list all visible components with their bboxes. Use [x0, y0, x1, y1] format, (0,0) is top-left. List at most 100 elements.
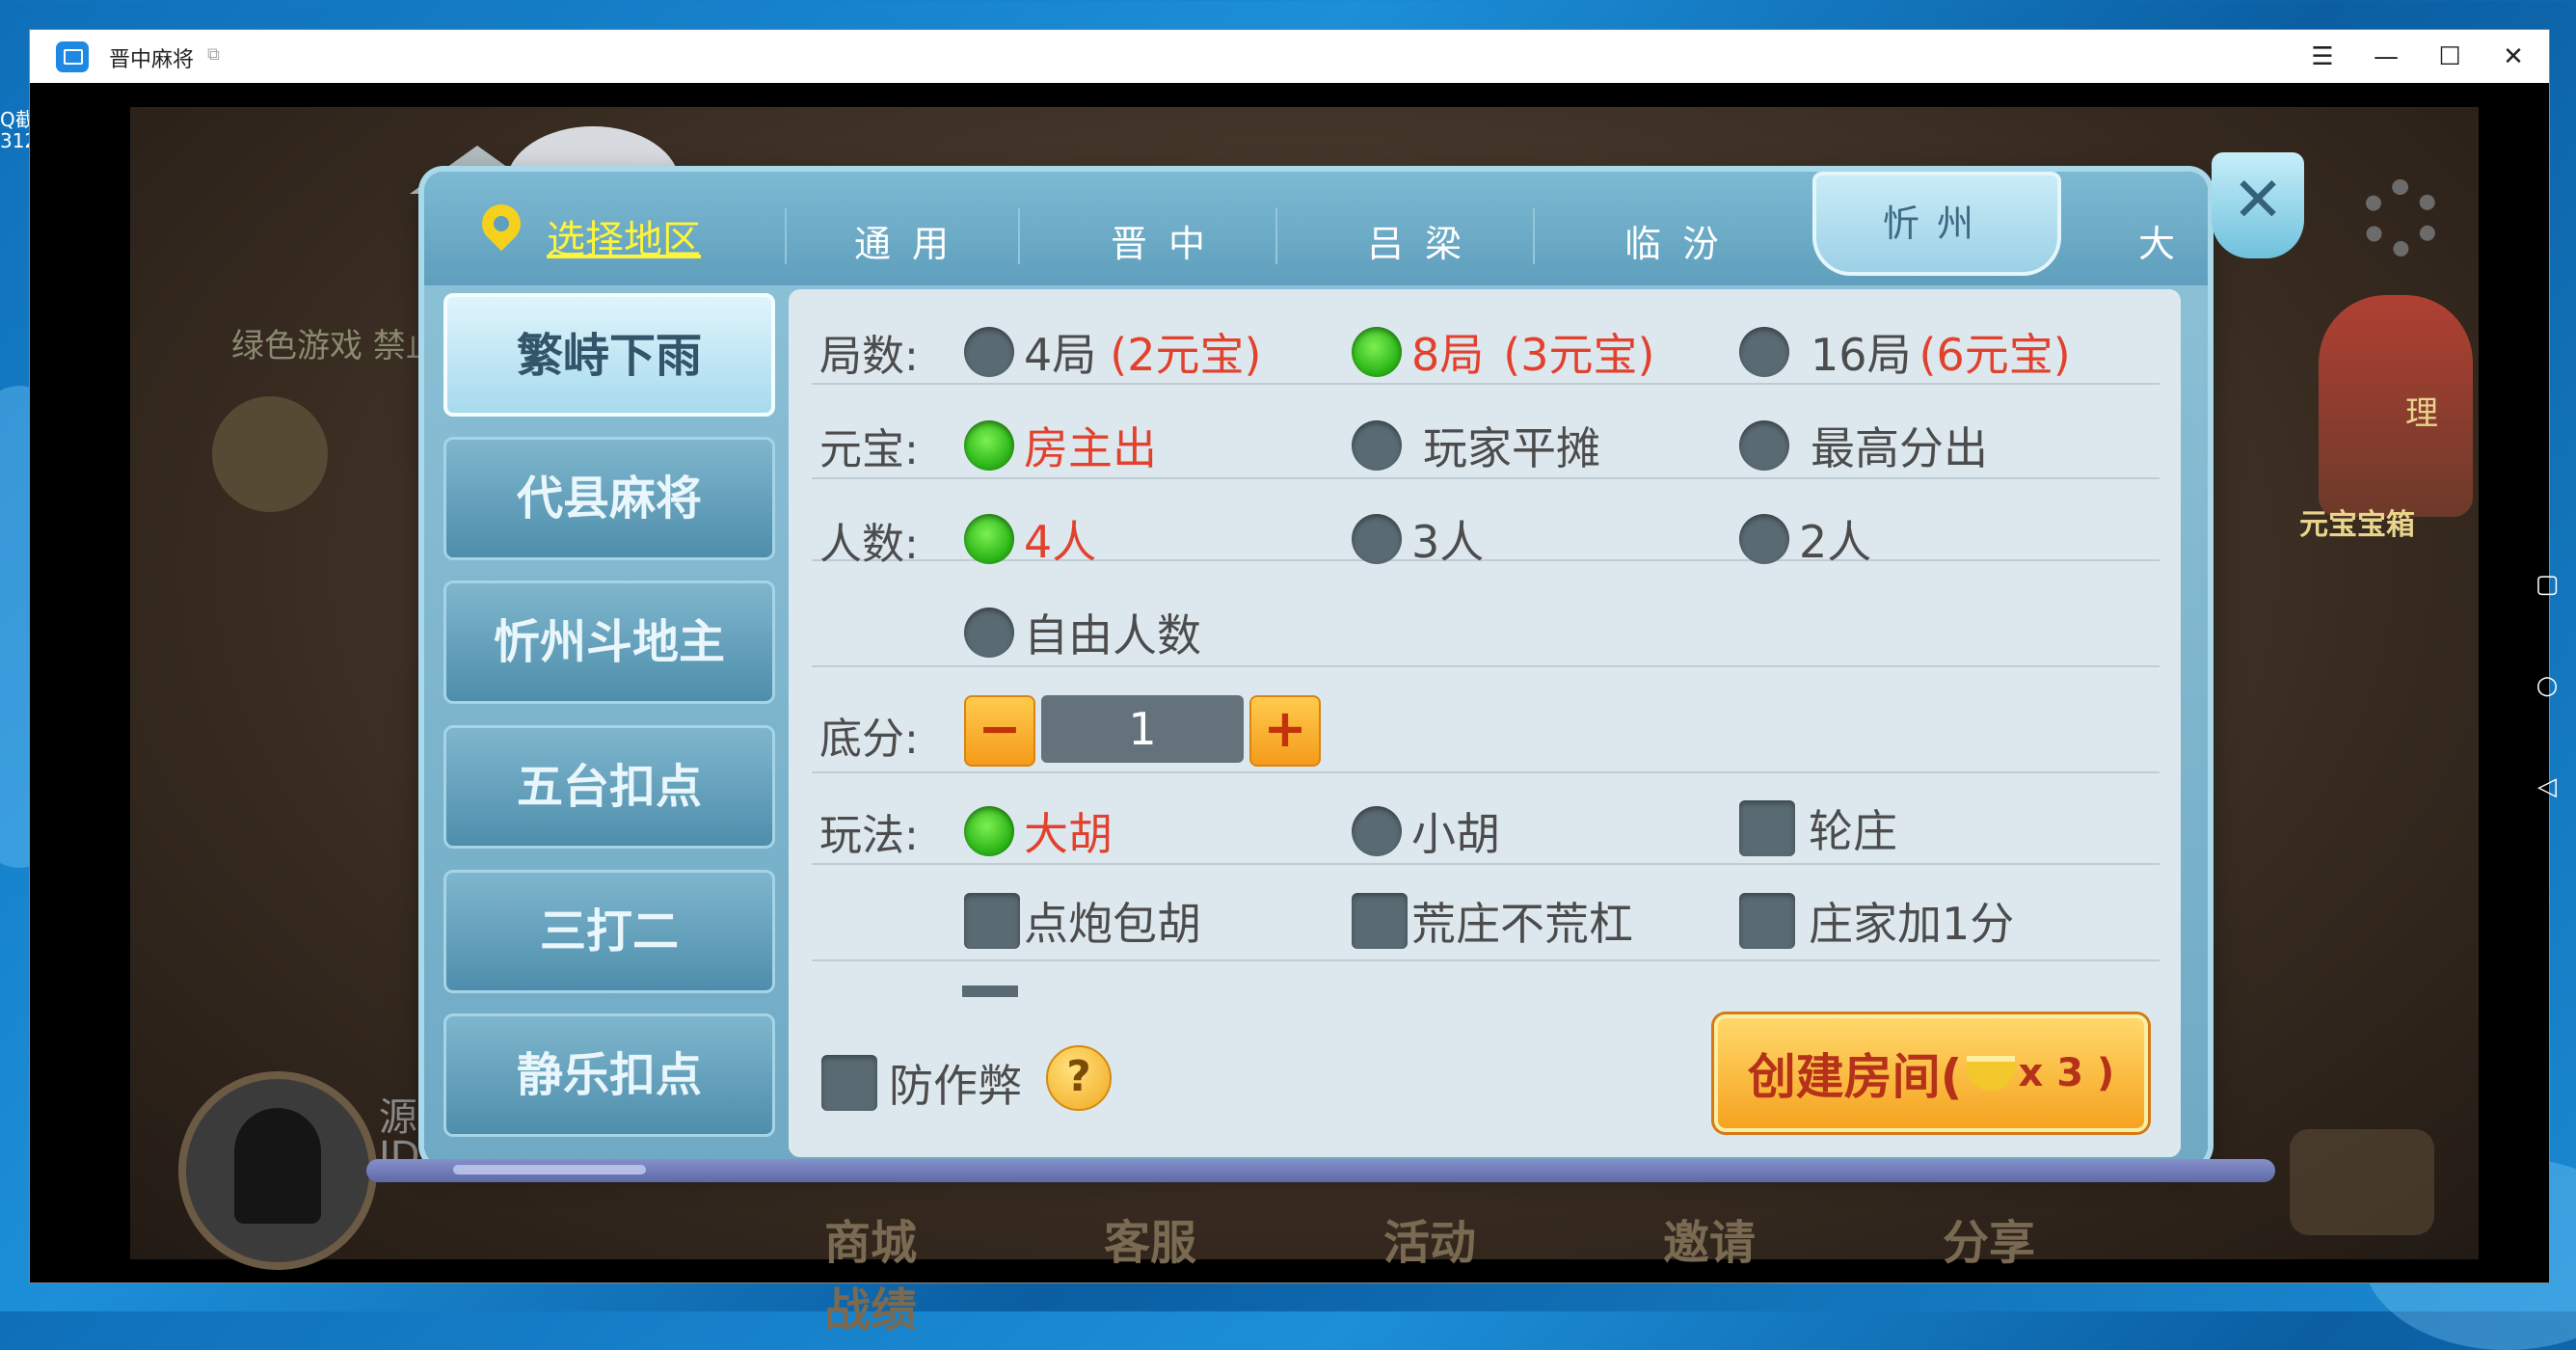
- tab-jinzhong[interactable]: 晋中: [1111, 214, 1226, 267]
- option-text: 小胡: [1411, 808, 1500, 860]
- nav-service[interactable]: 客服: [1104, 1204, 1383, 1272]
- rounds-option-16[interactable]: 16局 (6元宝): [1739, 320, 2071, 384]
- region-tab-bar: 选择地区 通用 晋中 吕梁 临汾 忻州 大: [424, 172, 2208, 285]
- tab-general[interactable]: 通用: [854, 214, 970, 267]
- background-notice: 绿色游戏 禁止: [231, 327, 439, 365]
- radio-icon: [1739, 420, 1789, 471]
- radio-selected-icon: [1352, 327, 1402, 377]
- popout-icon[interactable]: ⧉: [207, 44, 220, 65]
- avatar[interactable]: [178, 1071, 377, 1270]
- option-text: 3人: [1411, 516, 1485, 568]
- players-option-3[interactable]: 3人: [1352, 507, 1484, 571]
- option-text: 8局: [1411, 329, 1485, 381]
- nav-record[interactable]: 战绩: [824, 1272, 1104, 1339]
- menu-icon[interactable]: ☰: [2295, 38, 2349, 76]
- nav-activity[interactable]: 活动: [1383, 1204, 1663, 1272]
- option-text: 玩家平摊: [1423, 422, 1600, 474]
- players-option-2[interactable]: 2人: [1739, 507, 1871, 571]
- close-icon[interactable]: ✕: [2212, 152, 2304, 258]
- play-option-huangzhuang[interactable]: 荒庄不荒杠: [1352, 889, 1633, 953]
- home-icon[interactable]: ○: [2528, 671, 2566, 700]
- players-option-4[interactable]: 4人: [964, 507, 1096, 571]
- tab-da[interactable]: 大: [2138, 214, 2175, 267]
- sidebar-item-daixian[interactable]: 代县麻将: [443, 437, 775, 560]
- radio-icon: [1352, 514, 1402, 564]
- fortune-god-char: 理: [2405, 394, 2438, 433]
- checkbox-icon: [962, 986, 1018, 997]
- sidebar-item-fanshi[interactable]: 繁峙下雨: [443, 293, 775, 417]
- option-text: 4局: [1024, 329, 1097, 381]
- tab-linfen[interactable]: 临汾: [1624, 214, 1740, 267]
- treasure-box-label: 元宝宝箱: [2299, 508, 2415, 542]
- play-option-dahu[interactable]: 大胡: [964, 799, 1113, 863]
- nav-shop[interactable]: 商城: [824, 1204, 1104, 1272]
- checkbox-icon: [821, 1055, 877, 1111]
- scroll-thumb[interactable]: [453, 1165, 646, 1174]
- option-cost: (3元宝): [1503, 329, 1655, 381]
- back-icon[interactable]: ◁: [2528, 772, 2566, 801]
- bottom-nav: 商城 客服 活动 邀请 分享战绩: [824, 1204, 2479, 1339]
- divider: [812, 959, 2160, 961]
- play-option-lunzhuang[interactable]: 轮庄: [1739, 796, 1897, 860]
- option-text: 自由人数: [1024, 609, 1201, 662]
- play-option-dianpao[interactable]: 点炮包胡: [964, 889, 1201, 953]
- radio-icon: [964, 608, 1014, 658]
- divider: [812, 477, 2160, 479]
- checkbox-icon: [1739, 893, 1795, 949]
- tab-xinzhou[interactable]: 忻州: [1812, 172, 2061, 276]
- create-room-dialog: 选择地区 通用 晋中 吕梁 临汾 忻州 大 ✕ 繁峙下雨 代县麻将 忻州斗地主 …: [424, 152, 2304, 1165]
- option-text: 2人: [1799, 516, 1872, 568]
- title-bar: 晋中麻将 ⧉ ☰ — ☐ ✕: [30, 30, 2549, 83]
- divider: [812, 771, 2160, 773]
- help-icon[interactable]: ?: [1046, 1045, 1112, 1111]
- players-label: 人数:: [819, 520, 919, 569]
- radio-icon: [1739, 514, 1789, 564]
- option-text: 庄家加1分: [1809, 898, 2015, 950]
- window-title: 晋中麻将: [109, 48, 195, 72]
- tab-lvliang[interactable]: 吕梁: [1367, 214, 1483, 267]
- radio-icon: [964, 327, 1014, 377]
- app-icon: [56, 41, 89, 72]
- close-window-button[interactable]: ✕: [2486, 38, 2540, 76]
- sidebar-item-xinzhou-doudizhu[interactable]: 忻州斗地主: [443, 580, 775, 704]
- ingot-option-highest[interactable]: 最高分出: [1739, 414, 1988, 477]
- sidebar-item-sandaer[interactable]: 三打二: [443, 870, 775, 993]
- rounds-label: 局数:: [819, 332, 919, 381]
- scrolled-options-row: [962, 986, 1637, 997]
- ingot-option-split[interactable]: 玩家平摊: [1352, 414, 1600, 477]
- sidebar-item-jingle[interactable]: 静乐扣点: [443, 1013, 775, 1137]
- divider: [812, 383, 2160, 385]
- rounds-option-4[interactable]: 4局 (2元宝): [964, 320, 1261, 384]
- sidebar-item-wutai[interactable]: 五台扣点: [443, 725, 775, 849]
- rounds-option-8[interactable]: 8局 (3元宝): [1352, 320, 1654, 384]
- radio-selected-icon: [964, 806, 1014, 856]
- base-score-stepper: − 1 +: [964, 695, 1321, 767]
- nav-invite[interactable]: 邀请: [1663, 1204, 1943, 1272]
- anti-cheat-option[interactable]: 防作弊: [821, 1051, 1022, 1115]
- option-text: 16局: [1811, 329, 1912, 381]
- tab-divider: [1275, 208, 1277, 264]
- minimize-button[interactable]: —: [2359, 38, 2413, 76]
- fortune-god-icon[interactable]: 理: [2319, 295, 2473, 517]
- checkbox-icon: [964, 893, 1020, 949]
- increase-button[interactable]: +: [1249, 695, 1321, 767]
- players-option-free[interactable]: 自由人数: [964, 601, 1201, 664]
- ingot-label: 元宝:: [819, 425, 919, 474]
- select-region-link[interactable]: 选择地区: [547, 208, 701, 264]
- recent-apps-icon[interactable]: ▢: [2528, 570, 2566, 599]
- option-text: 荒庄不荒杠: [1411, 898, 1633, 950]
- create-room-button[interactable]: 创建房间( x 3 ): [1714, 1014, 2148, 1132]
- ingot-option-host[interactable]: 房主出: [964, 414, 1157, 477]
- dialog-scrollbar[interactable]: [366, 1159, 2275, 1182]
- location-pin-icon: [473, 196, 529, 252]
- radio-icon: [1352, 420, 1402, 471]
- gear-icon[interactable]: [2362, 179, 2439, 256]
- play-option-zhuangjia[interactable]: 庄家加1分: [1739, 889, 2014, 953]
- nav-share[interactable]: 分享: [1943, 1204, 2222, 1272]
- checkbox-icon: [1739, 800, 1795, 856]
- option-cost: (6元宝): [1919, 329, 2071, 381]
- divider: [812, 665, 2160, 667]
- maximize-button[interactable]: ☐: [2423, 38, 2477, 76]
- play-option-xiaohu[interactable]: 小胡: [1352, 799, 1500, 863]
- decrease-button[interactable]: −: [964, 695, 1035, 767]
